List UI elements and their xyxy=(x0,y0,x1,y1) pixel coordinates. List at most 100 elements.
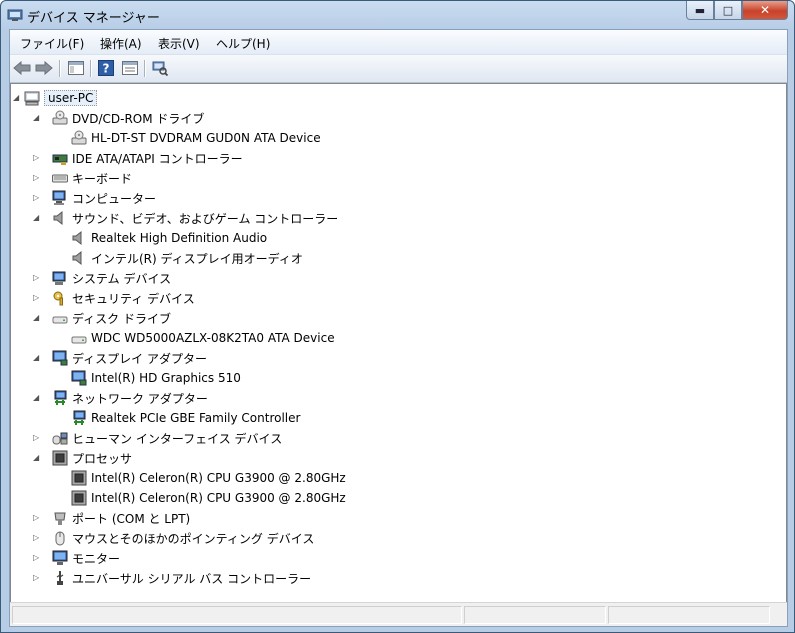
maximize-icon: □ xyxy=(722,3,734,17)
tree-category-item[interactable]: ▷ システム デバイス xyxy=(33,268,171,288)
collapse-arrow-icon[interactable]: ◢ xyxy=(33,214,41,222)
expand-arrow-icon[interactable]: ▷ xyxy=(33,274,41,282)
title-bar[interactable]: デバイス マネージャー ▬ □ ✕ xyxy=(1,1,794,29)
tree-item-label: ディスプレイ アダプター xyxy=(72,351,207,366)
expand-arrow-icon[interactable]: ▷ xyxy=(33,174,41,182)
tree-item-label: インテル(R) ディスプレイ用オーディオ xyxy=(91,251,303,266)
device-manager-window: デバイス マネージャー ▬ □ ✕ ファイル(F) 操作(A) 表示(V) ヘル… xyxy=(0,0,795,633)
tree-category-item[interactable]: ▷ ヒューマン インターフェイス デバイス xyxy=(33,428,282,448)
tree-item-label: DVD/CD-ROM ドライブ xyxy=(72,111,205,126)
expand-arrow-icon[interactable]: ▷ xyxy=(33,514,41,522)
usb-icon xyxy=(56,571,64,585)
expand-arrow-icon[interactable]: ▷ xyxy=(33,194,41,202)
system-device-icon xyxy=(52,271,66,285)
expand-arrow-icon[interactable]: ▷ xyxy=(33,434,41,442)
tree-device-item[interactable]: HL-DT-ST DVDRAM GUD0N ATA Device xyxy=(71,128,321,148)
forward-icon xyxy=(35,61,53,75)
tree-device-item[interactable]: Realtek PCIe GBE Family Controller xyxy=(71,408,300,428)
speaker-icon xyxy=(72,250,82,266)
speaker-icon xyxy=(72,230,82,246)
expand-arrow-icon[interactable]: ▷ xyxy=(33,294,41,302)
menu-help[interactable]: ヘルプ(H) xyxy=(216,35,270,52)
menu-view[interactable]: 表示(V) xyxy=(158,35,200,52)
tree-category-item[interactable]: ▷ ユニバーサル シリアル バス コントローラー xyxy=(33,568,312,588)
processor-icon xyxy=(52,450,68,466)
status-pane-3 xyxy=(608,606,770,624)
tree-item-label: マウスとそのほかのポインティング デバイス xyxy=(72,531,315,546)
minimize-button[interactable]: ▬ xyxy=(686,1,714,20)
show-hide-console-tree-button[interactable] xyxy=(66,59,86,77)
tree-category-item[interactable]: ▷ セキュリティ デバイス xyxy=(33,288,195,308)
collapse-arrow-icon[interactable]: ◢ xyxy=(33,454,41,462)
collapse-arrow-icon[interactable]: ◢ xyxy=(33,394,41,402)
tree-device-item[interactable]: インテル(R) ディスプレイ用オーディオ xyxy=(71,248,303,268)
network-adapter-icon xyxy=(73,410,86,425)
tree-category-item[interactable]: ▷ キーボード xyxy=(33,168,133,188)
menu-file[interactable]: ファイル(F) xyxy=(20,35,84,52)
tree-device-item[interactable]: Intel(R) HD Graphics 510 xyxy=(71,368,241,388)
tree-device-item[interactable]: Realtek High Definition Audio xyxy=(71,228,267,248)
close-icon: ✕ xyxy=(759,3,771,17)
hid-icon xyxy=(52,432,68,445)
ide-controller-icon xyxy=(52,154,68,165)
svg-text:?: ? xyxy=(103,62,110,76)
dvd-drive-icon xyxy=(71,130,87,145)
tree-item-label: Intel(R) Celeron(R) CPU G3900 @ 2.80GHz xyxy=(91,491,346,505)
device-manager-app-icon xyxy=(7,9,23,21)
mouse-icon xyxy=(55,531,65,546)
menu-action[interactable]: 操作(A) xyxy=(100,35,142,52)
display-adapter-icon xyxy=(71,370,87,386)
tree-item-label: モニター xyxy=(72,551,121,566)
scan-hardware-button[interactable] xyxy=(150,59,170,77)
tree-device-item[interactable]: WDC WD5000AZLX-08K2TA0 ATA Device xyxy=(71,328,335,348)
minimize-icon: ▬ xyxy=(694,3,706,17)
tree-category-item[interactable]: ▷ マウスとそのほかのポインティング デバイス xyxy=(33,528,315,548)
tree-category-item[interactable]: ◢ ネットワーク アダプター xyxy=(33,388,208,408)
expand-arrow-icon[interactable]: ▷ xyxy=(33,574,41,582)
status-pane-main xyxy=(12,606,462,624)
disk-drive-icon xyxy=(52,316,68,324)
tree-item-label: ユニバーサル シリアル バス コントローラー xyxy=(72,571,312,586)
maximize-button[interactable]: □ xyxy=(714,1,742,20)
expand-arrow-icon[interactable]: ▷ xyxy=(33,534,41,542)
properties-button[interactable] xyxy=(120,59,140,77)
security-key-icon xyxy=(53,291,63,306)
expand-arrow-icon[interactable]: ▷ xyxy=(33,554,41,562)
collapse-arrow-icon[interactable]: ◢ xyxy=(33,114,41,122)
close-button[interactable]: ✕ xyxy=(742,1,788,20)
tree-category-item[interactable]: ◢ サウンド、ビデオ、およびゲーム コントローラー xyxy=(33,208,339,228)
tree-category-item[interactable]: ▷ ポート (COM と LPT) xyxy=(33,508,191,528)
tree-device-item[interactable]: Intel(R) Celeron(R) CPU G3900 @ 2.80GHz xyxy=(71,488,346,508)
collapse-arrow-icon[interactable]: ◢ xyxy=(33,314,41,322)
client-area: ファイル(F) 操作(A) 表示(V) ヘルプ(H) ? ◢ user-PC ◢… xyxy=(9,29,788,627)
tree-item-label: サウンド、ビデオ、およびゲーム コントローラー xyxy=(72,211,339,226)
back-button[interactable] xyxy=(12,59,32,77)
tree-item-label: ポート (COM と LPT) xyxy=(72,511,191,526)
collapse-arrow-icon[interactable]: ◢ xyxy=(33,354,41,362)
tree-item-label: キーボード xyxy=(72,171,133,186)
tree-category-item[interactable]: ◢ プロセッサ xyxy=(33,448,133,468)
help-button[interactable]: ? xyxy=(96,59,116,77)
collapse-arrow-icon[interactable]: ◢ xyxy=(13,94,21,102)
forward-button[interactable] xyxy=(34,59,54,77)
port-icon xyxy=(54,512,66,525)
tree-item-label: ネットワーク アダプター xyxy=(72,391,208,406)
keyboard-icon xyxy=(52,174,68,183)
tree-item-label: Intel(R) HD Graphics 510 xyxy=(91,371,241,385)
tree-category-item[interactable]: ▷ モニター xyxy=(33,548,121,568)
tree-category-item[interactable]: ◢ ディスク ドライブ xyxy=(33,308,171,328)
disk-drive-icon xyxy=(71,336,87,344)
status-pane-2 xyxy=(464,606,606,624)
computer-icon xyxy=(52,190,66,205)
tree-root[interactable]: ◢ user-PC xyxy=(13,88,98,108)
tree-device-item[interactable]: Intel(R) Celeron(R) CPU G3900 @ 2.80GHz xyxy=(71,468,346,488)
device-tree: ◢ user-PC ◢ DVD/CD-ROM ドライブ HL-DT-ST DVDRA… xyxy=(10,83,787,603)
expand-arrow-icon[interactable]: ▷ xyxy=(33,154,41,162)
tree-item-label: ディスク ドライブ xyxy=(72,311,171,326)
tree-item-label: プロセッサ xyxy=(72,451,133,466)
tree-category-item[interactable]: ▷ コンピューター xyxy=(33,188,156,208)
tree-category-item[interactable]: ◢ DVD/CD-ROM ドライブ xyxy=(33,108,205,128)
tree-category-item[interactable]: ◢ ディスプレイ アダプター xyxy=(33,348,207,368)
tree-category-item[interactable]: ▷ IDE ATA/ATAPI コントローラー xyxy=(33,148,243,168)
tree-item-label: HL-DT-ST DVDRAM GUD0N ATA Device xyxy=(91,131,321,145)
